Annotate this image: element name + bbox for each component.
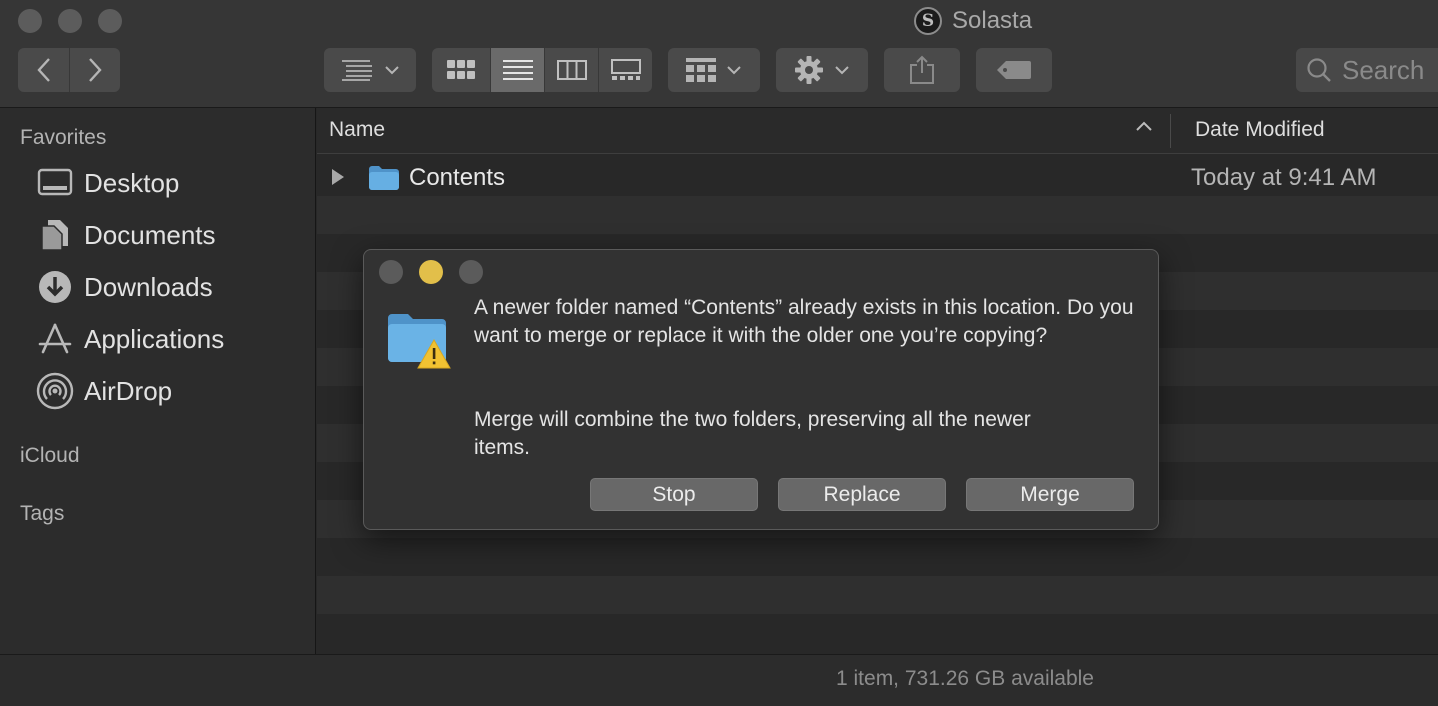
- back-button[interactable]: [18, 48, 69, 92]
- row-name: Contents: [409, 164, 506, 191]
- sidebar-item-downloads[interactable]: Downloads: [36, 267, 213, 307]
- chevron-down-icon: [727, 66, 741, 75]
- sidebar-item-documents[interactable]: Documents: [36, 215, 216, 255]
- empty-row: [317, 576, 1438, 614]
- folder-warning-icon: [388, 314, 451, 369]
- dialog-message: A newer folder named “Contents” already …: [474, 296, 1134, 347]
- merge-button[interactable]: Merge: [966, 478, 1134, 511]
- group-by-button[interactable]: [324, 48, 416, 92]
- empty-row: [317, 538, 1438, 576]
- stop-button[interactable]: Stop: [590, 478, 758, 511]
- navigation-group: [18, 48, 120, 92]
- documents-icon: [36, 216, 74, 254]
- status-text: 1 item, 731.26 GB available: [836, 667, 1094, 690]
- finder-window: S Solasta Search Favorites Desktop Docum…: [0, 0, 1438, 706]
- share-button[interactable]: [884, 48, 960, 92]
- chevron-right-icon: [89, 58, 102, 82]
- columns-icon: [556, 60, 587, 80]
- sidebar-item-label: Downloads: [84, 271, 213, 302]
- downloads-icon: [36, 268, 74, 306]
- row-date-modified: Today at 9:41 AM: [1191, 164, 1377, 191]
- icloud-heading: iCloud: [20, 444, 80, 467]
- applications-icon: [36, 320, 74, 358]
- list-icon: [502, 60, 533, 80]
- sidebar: Favorites Desktop Documents Downloads Ap…: [0, 108, 316, 654]
- dialog-detail: Merge will combine the two folders, pres…: [474, 408, 1031, 459]
- dialog-minimize-button[interactable]: [419, 260, 443, 284]
- action-button[interactable]: [776, 48, 868, 92]
- column-view-button[interactable]: [544, 48, 598, 92]
- app-icon: S: [914, 7, 942, 35]
- search-field[interactable]: [1296, 48, 1438, 92]
- folder-icon: [369, 166, 399, 190]
- dialog-close-button[interactable]: [379, 260, 403, 284]
- gallery-view-button[interactable]: [598, 48, 652, 92]
- status-bar: 1 item, 731.26 GB available: [0, 654, 1438, 706]
- column-header-date-modified[interactable]: Date Modified: [1195, 118, 1325, 142]
- dialog-zoom-button[interactable]: [459, 260, 483, 284]
- search-input[interactable]: [1342, 54, 1438, 86]
- column-header-name[interactable]: Name: [329, 118, 385, 142]
- replace-button[interactable]: Replace: [778, 478, 946, 511]
- table-row[interactable]: Contents Today at 9:41 AM: [317, 158, 1438, 196]
- window-title: S Solasta: [914, 6, 1032, 36]
- sidebar-item-label: Applications: [84, 323, 225, 354]
- arrange-grid-icon: [686, 58, 716, 82]
- disclosure-triangle-icon[interactable]: [331, 169, 345, 185]
- view-mode-group: [432, 48, 652, 92]
- column-divider[interactable]: [1170, 114, 1171, 148]
- search-icon: [1307, 58, 1331, 82]
- tag-icon: [997, 61, 1031, 79]
- merge-dialog: A newer folder named “Contents” already …: [363, 249, 1159, 530]
- sidebar-item-label: Desktop: [84, 167, 180, 198]
- sort-ascending-icon: [1136, 121, 1152, 131]
- share-icon: [910, 55, 934, 84]
- empty-row: [317, 196, 1438, 234]
- arrange-button[interactable]: [668, 48, 760, 92]
- tag-button[interactable]: [976, 48, 1052, 92]
- sidebar-item-airdrop[interactable]: AirDrop: [36, 371, 172, 411]
- chevron-left-icon: [36, 58, 50, 82]
- gallery-icon: [610, 59, 641, 80]
- favorites-heading: Favorites: [20, 126, 107, 149]
- zoom-window-button[interactable]: [98, 9, 122, 33]
- grid-icon: [447, 60, 475, 79]
- airdrop-icon: [36, 372, 74, 410]
- gear-icon: [795, 56, 823, 84]
- list-options-icon: [342, 60, 372, 81]
- sidebar-item-applications[interactable]: Applications: [36, 319, 224, 359]
- list-view-button[interactable]: [490, 48, 544, 92]
- list-header: Name Date Modified: [317, 108, 1438, 154]
- toolbar: S Solasta: [0, 0, 1438, 108]
- tags-heading: Tags: [20, 502, 65, 525]
- chevron-down-icon: [835, 66, 849, 75]
- forward-button[interactable]: [69, 48, 120, 92]
- icon-view-button[interactable]: [432, 48, 490, 92]
- sidebar-item-label: Documents: [84, 219, 216, 250]
- chevron-down-icon: [385, 66, 399, 75]
- empty-row: [317, 614, 1438, 652]
- minimize-window-button[interactable]: [58, 9, 82, 33]
- sidebar-item-label: AirDrop: [84, 375, 173, 406]
- close-window-button[interactable]: [18, 9, 42, 33]
- window-title-text: Solasta: [952, 7, 1033, 34]
- sidebar-item-desktop[interactable]: Desktop: [36, 163, 179, 203]
- desktop-icon: [36, 164, 74, 202]
